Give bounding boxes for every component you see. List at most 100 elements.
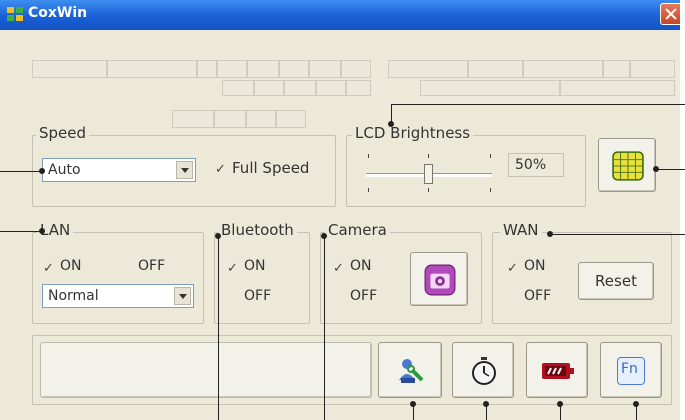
battery-button[interactable]: [526, 342, 588, 398]
speed-select[interactable]: Auto: [42, 158, 196, 182]
callout-dot: [215, 233, 221, 239]
placeholder-field: [316, 80, 346, 96]
camera-button[interactable]: [410, 252, 468, 306]
callout-line: [0, 231, 42, 232]
battery-icon: [542, 363, 574, 379]
placeholder-field: [341, 60, 371, 78]
callout-dot: [633, 401, 639, 407]
chevron-down-icon[interactable]: [176, 161, 193, 179]
callout-dot: [39, 168, 45, 174]
slider-thumb[interactable]: [424, 164, 433, 184]
brightness-slider[interactable]: [362, 150, 496, 196]
title-bar[interactable]: CoxWin: [0, 0, 680, 30]
lan-off-label: OFF: [138, 258, 166, 274]
callout-line: [392, 104, 685, 105]
full-speed-checkbox[interactable]: ✓: [214, 163, 227, 176]
placeholder-field: [32, 60, 107, 78]
lan-on-checkbox[interactable]: ✓: [42, 262, 55, 275]
callout-dot: [388, 121, 394, 127]
wan-off-label: OFF: [524, 288, 552, 304]
wan-off-checkbox[interactable]: [506, 292, 519, 305]
speed-label: Speed: [36, 124, 90, 142]
bluetooth-group: [214, 232, 310, 324]
placeholder-field: [284, 80, 316, 96]
lcd-brightness-label: LCD Brightness: [352, 124, 474, 142]
placeholder-field: [172, 110, 214, 128]
callout-dot: [653, 166, 659, 172]
status-panel: [40, 342, 372, 398]
placeholder-field: [214, 110, 246, 128]
slider-tick: [490, 188, 491, 192]
slider-tick: [428, 154, 429, 158]
wan-on-checkbox[interactable]: ✓: [506, 262, 519, 275]
placeholder-field: [247, 60, 279, 78]
slider-tick: [368, 154, 369, 158]
placeholder-field: [468, 60, 523, 78]
callout-line: [218, 236, 219, 420]
placeholder-field: [388, 60, 468, 78]
callout-dot: [547, 231, 553, 237]
callout-dot: [39, 228, 45, 234]
lan-off-checkbox[interactable]: [120, 262, 133, 275]
stopwatch-button[interactable]: [452, 342, 514, 398]
callout-dot: [410, 401, 416, 407]
placeholder-field: [603, 60, 630, 78]
placeholder-field: [523, 60, 603, 78]
fn-key-icon: Fn: [617, 357, 645, 385]
app-icon: [7, 7, 23, 21]
camera-on-checkbox[interactable]: ✓: [332, 262, 345, 275]
placeholder-field: [107, 60, 197, 78]
slider-tick: [368, 188, 369, 192]
speed-select-value: Auto: [48, 162, 81, 178]
brightness-value: 50%: [515, 157, 547, 173]
wan-on-label: ON: [524, 258, 546, 274]
chevron-down-icon[interactable]: [174, 287, 191, 305]
slider-tick: [428, 188, 429, 192]
callout-dot: [483, 401, 489, 407]
callout-line: [0, 171, 42, 172]
placeholder-field: [222, 80, 254, 96]
wan-reset-label: Reset: [595, 272, 637, 290]
stopwatch-icon: [472, 357, 496, 385]
slider-tick: [490, 154, 491, 158]
camera-on-label: ON: [350, 258, 372, 274]
full-speed-label: Full Speed: [232, 159, 310, 177]
camera-icon: [424, 264, 456, 296]
search-user-button[interactable]: [378, 342, 442, 398]
placeholder-field: [276, 110, 306, 128]
camera-off-checkbox[interactable]: [332, 292, 345, 305]
fn-key-label: Fn: [621, 361, 638, 377]
bluetooth-label: Bluetooth: [218, 221, 297, 239]
placeholder-field: [254, 80, 284, 96]
placeholder-field: [420, 80, 560, 96]
wan-reset-button[interactable]: Reset: [578, 262, 654, 300]
placeholder-field: [560, 80, 675, 96]
placeholder-field: [279, 60, 309, 78]
placeholder-field: [309, 60, 341, 78]
grid-icon: [612, 151, 644, 181]
placeholder-field: [346, 80, 371, 96]
placeholder-field: [217, 60, 247, 78]
callout-line: [324, 236, 325, 420]
search-user-icon: [399, 359, 424, 383]
bluetooth-off-label: OFF: [244, 288, 272, 304]
placeholder-field: [630, 60, 675, 78]
coxwin-window: CoxWin Speed Auto ✓ Full Speed LCD Brigh…: [0, 0, 680, 420]
close-icon[interactable]: [660, 3, 680, 25]
fn-key-button[interactable]: Fn: [600, 342, 662, 398]
wan-label: WAN: [500, 221, 542, 239]
lan-on-label: ON: [60, 258, 82, 274]
placeholder-field: [246, 110, 276, 128]
camera-off-label: OFF: [350, 288, 378, 304]
lan-mode-value: Normal: [48, 288, 99, 304]
window-title: CoxWin: [28, 5, 88, 21]
callout-line: [550, 234, 685, 235]
lcd-grid-button[interactable]: [598, 138, 656, 192]
bluetooth-on-checkbox[interactable]: ✓: [226, 262, 239, 275]
lan-group: [32, 232, 204, 324]
callout-dot: [557, 401, 563, 407]
bluetooth-off-checkbox[interactable]: [226, 292, 239, 305]
lan-mode-select[interactable]: Normal: [42, 284, 194, 308]
camera-label: Camera: [325, 221, 390, 239]
placeholder-field: [197, 60, 217, 78]
